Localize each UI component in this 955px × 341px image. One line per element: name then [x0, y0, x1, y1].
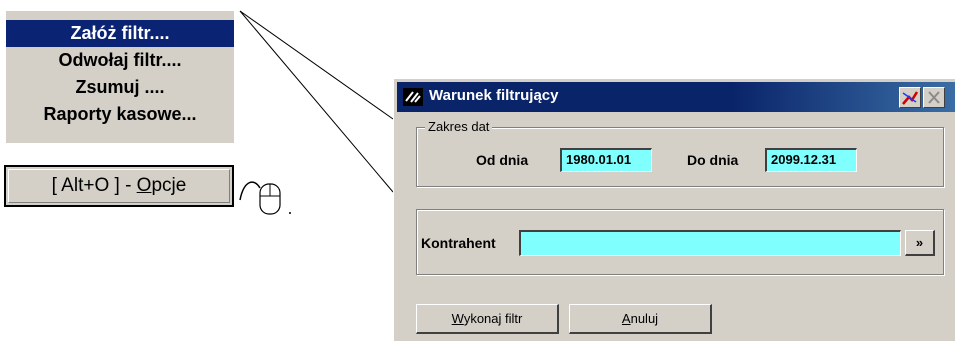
options-label-rest: pcje	[151, 175, 187, 196]
from-date-label: Od dnia	[476, 152, 529, 168]
menu-item-cash-reports[interactable]: Raporty kasowe...	[6, 101, 234, 128]
context-menu: Załóż filtr.... Odwołaj filtr.... Zsumuj…	[6, 11, 234, 143]
options-button-label: [ Alt+O ] - Opcje	[6, 175, 232, 197]
help-button[interactable]	[899, 87, 921, 108]
menu-item-cancel-filter[interactable]: Odwołaj filtr....	[6, 47, 234, 74]
cancel-accel: A	[621, 311, 631, 326]
app-icon	[403, 88, 423, 106]
options-label-prefix: [ Alt+O ] -	[51, 175, 137, 196]
contractor-label: Kontrahent	[421, 235, 496, 251]
filter-dialog: Warunek filtrujący Zakres dat Od dnia 19…	[393, 78, 955, 341]
contractor-field[interactable]	[519, 230, 901, 256]
apply-accel: W	[451, 311, 464, 326]
dialog-title: Warunek filtrujący	[429, 87, 559, 104]
menu-item-apply-filter[interactable]: Załóż filtr....	[6, 20, 234, 47]
options-label-accel: O	[136, 175, 152, 196]
contractor-browse-button[interactable]: »	[905, 230, 935, 256]
apply-rest: ykonaj filtr	[463, 311, 523, 326]
to-date-field[interactable]: 2099.12.31	[765, 148, 857, 172]
to-date-label: Do dnia	[687, 152, 739, 168]
apply-filter-button[interactable]: Wykonaj filtr	[416, 304, 559, 334]
contractor-group: Kontrahent »	[416, 209, 944, 275]
cancel-button[interactable]: Anuluj	[569, 304, 712, 334]
from-date-field[interactable]: 1980.01.01	[560, 148, 652, 172]
close-button[interactable]	[923, 87, 945, 108]
options-button[interactable]: [ Alt+O ] - Opcje	[4, 165, 234, 207]
dialog-titlebar[interactable]: Warunek filtrujący	[397, 82, 955, 112]
date-range-title: Zakres dat	[425, 119, 493, 134]
mouse-icon	[239, 181, 291, 215]
date-range-group: Zakres dat Od dnia 1980.01.01 Do dnia 20…	[416, 119, 944, 187]
help-icon	[902, 91, 919, 105]
cancel-rest: nuluj	[630, 311, 659, 326]
close-icon	[928, 91, 940, 104]
menu-item-sum[interactable]: Zsumuj ....	[6, 74, 234, 101]
